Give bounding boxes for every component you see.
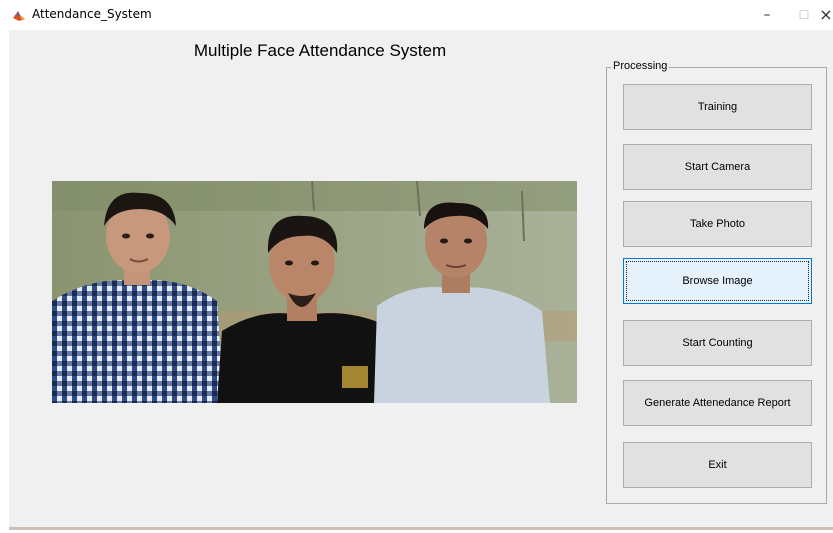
training-button[interactable]: Training [623, 84, 812, 130]
window-titlebar[interactable]: Attendance_System – ☐ × [0, 0, 833, 30]
take-photo-button[interactable]: Take Photo [623, 201, 812, 247]
exit-button-label: Exit [708, 459, 727, 471]
exit-button[interactable]: Exit [623, 442, 812, 488]
start-camera-button-label: Start Camera [684, 161, 751, 173]
page-title: Multiple Face Attendance System [193, 41, 447, 60]
start-counting-button-label: Start Counting [682, 337, 753, 349]
training-button-label: Training [697, 101, 738, 113]
image-display [52, 181, 577, 403]
window-title: Attendance_System [32, 7, 152, 21]
browse-image-button[interactable]: Browse Image [623, 258, 812, 304]
generate-report-button-label: Generate Attenedance Report [644, 397, 791, 409]
start-counting-button[interactable]: Start Counting [623, 320, 812, 366]
maximize-button[interactable]: ☐ [789, 4, 819, 26]
minimize-button[interactable]: – [752, 4, 782, 26]
close-button[interactable]: × [818, 4, 833, 26]
take-photo-button-label: Take Photo [689, 218, 746, 230]
processing-panel-label: Processing [611, 60, 670, 72]
browse-image-button-label: Browse Image [682, 275, 753, 287]
generate-report-button[interactable]: Generate Attenedance Report [623, 380, 812, 426]
matlab-icon [12, 8, 26, 22]
start-camera-button[interactable]: Start Camera [623, 144, 812, 190]
window-bottom-border [9, 527, 833, 530]
